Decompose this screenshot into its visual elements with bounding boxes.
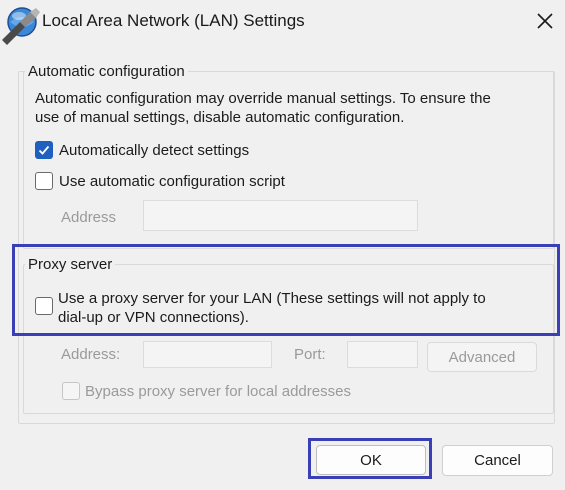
auto-config-address-field	[143, 200, 418, 231]
proxy-address-field	[143, 341, 272, 368]
network-settings-icon	[0, 0, 44, 46]
close-icon[interactable]	[534, 10, 556, 32]
use-proxy-label-line2[interactable]: dial-up or VPN connections).	[58, 308, 249, 327]
use-proxy-label-line1[interactable]: Use a proxy server for your LAN (These s…	[58, 289, 486, 308]
window-title: Local Area Network (LAN) Settings	[42, 11, 305, 30]
use-proxy-checkbox[interactable]	[35, 297, 53, 315]
auto-config-address-label: Address	[61, 209, 117, 226]
proxy-port-label: Port:	[294, 346, 326, 363]
auto-detect-checkbox[interactable]	[35, 141, 53, 159]
bypass-local-label: Bypass proxy server for local addresses	[85, 383, 351, 400]
cancel-button[interactable]: Cancel	[442, 445, 553, 476]
proxy-server-legend: Proxy server	[25, 256, 116, 273]
checkmark-icon	[38, 145, 50, 155]
auto-detect-label[interactable]: Automatically detect settings	[59, 141, 249, 160]
auto-config-description-line1: Automatic configuration may override man…	[35, 90, 491, 107]
auto-config-script-label[interactable]: Use automatic configuration script	[59, 172, 285, 191]
auto-config-description-line2: use of manual settings, disable automati…	[35, 109, 405, 126]
proxy-port-field	[347, 341, 418, 368]
advanced-button: Advanced	[427, 342, 537, 372]
bypass-local-checkbox	[62, 382, 80, 400]
proxy-address-label: Address:	[61, 346, 121, 363]
auto-config-script-checkbox[interactable]	[35, 172, 53, 190]
ok-button[interactable]: OK	[316, 445, 426, 475]
auto-config-legend: Automatic configuration	[25, 63, 188, 80]
